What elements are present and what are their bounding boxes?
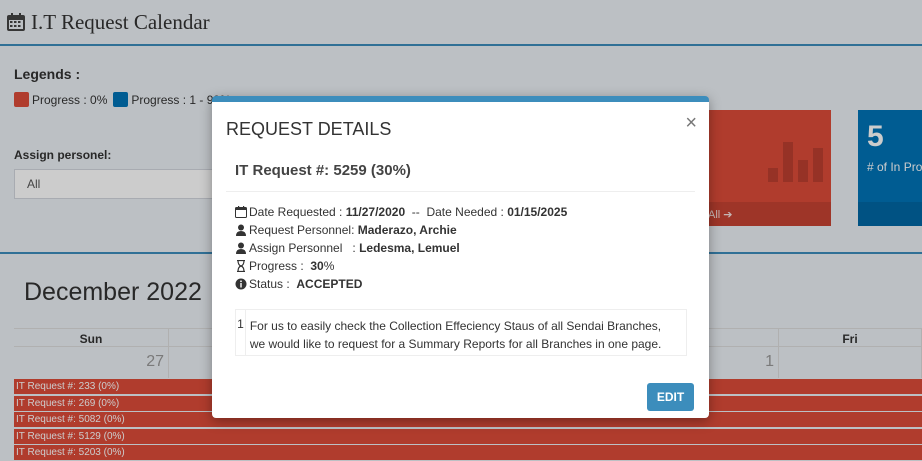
progress-label: Progress :	[249, 259, 311, 273]
date-requested-label: Date Requested :	[249, 205, 346, 219]
user-icon	[236, 242, 246, 254]
progress-row: Progress : 30%	[235, 257, 567, 275]
close-icon[interactable]: ×	[685, 112, 697, 135]
request-personnel-row: Request Personnel: Maderazo, Archie	[235, 221, 567, 239]
request-personnel-value: Maderazo, Archie	[357, 223, 457, 237]
request-details: Date Requested : 11/27/2020 -- Date Need…	[235, 203, 567, 293]
assign-personnel-value: Ledesma, Lemuel	[359, 241, 460, 255]
request-personnel-label: Request Personnel:	[249, 223, 358, 237]
edit-button[interactable]: EDIT	[647, 383, 694, 411]
request-heading: IT Request #: 5259 (30%)	[235, 162, 411, 179]
hourglass-icon	[237, 260, 245, 272]
date-separator: --	[405, 205, 427, 219]
assign-personnel-row: Assign Personnel : Ledesma, Lemuel	[235, 239, 567, 257]
info-circle-icon	[235, 278, 247, 290]
description-table: 1 For us to easily check the Collection …	[235, 309, 687, 356]
progress-value: 30	[310, 259, 324, 273]
modal-title: REQUEST DETAILS	[226, 119, 392, 139]
status-label: Status :	[249, 277, 297, 291]
status-row: Status : ACCEPTED	[235, 275, 567, 293]
progress-unit: %	[323, 259, 335, 273]
date-row: Date Requested : 11/27/2020 -- Date Need…	[235, 203, 567, 221]
calendar-icon	[235, 206, 247, 218]
request-details-modal: REQUEST DETAILS × IT Request #: 5259 (30…	[212, 96, 709, 418]
assign-personnel-label: Assign Personnel :	[249, 241, 360, 255]
date-requested-value: 11/27/2020	[345, 205, 406, 219]
description-index: 1	[236, 310, 246, 355]
date-needed-value: 01/15/2025	[507, 205, 568, 219]
date-needed-label: Date Needed :	[426, 205, 508, 219]
user-icon	[236, 224, 246, 236]
description-text: For us to easily check the Collection Ef…	[249, 319, 662, 351]
status-value: ACCEPTED	[296, 277, 363, 291]
divider	[226, 191, 695, 192]
